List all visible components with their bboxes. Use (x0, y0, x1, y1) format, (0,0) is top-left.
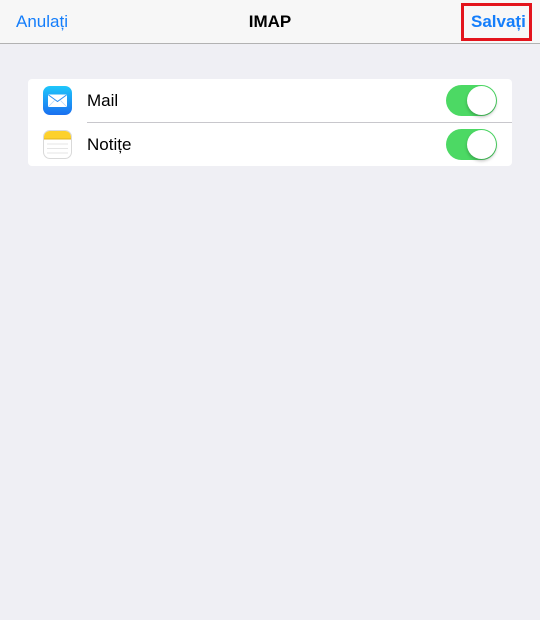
settings-row-notes[interactable]: Notițe (28, 123, 512, 166)
mail-app-icon (43, 86, 72, 115)
row-label-mail: Mail (87, 91, 119, 110)
mail-toggle-switch[interactable] (446, 85, 497, 116)
page-title: IMAP (248, 12, 292, 31)
row-label-notes: Notițe (87, 135, 132, 154)
toggle-knob (467, 86, 496, 115)
sync-settings-group: Mail Notițe (28, 79, 512, 166)
save-button[interactable]: Salvați (471, 12, 526, 32)
toggle-knob (467, 130, 496, 159)
notes-app-icon (43, 130, 72, 159)
notes-toggle-switch[interactable] (446, 129, 497, 160)
settings-row-mail[interactable]: Mail (28, 79, 512, 122)
navigation-bar: Anulați IMAP Salvați (0, 0, 540, 44)
